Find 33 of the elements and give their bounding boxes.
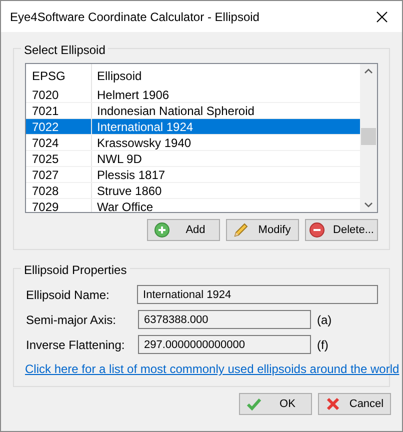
window-title: Eye4Software Coordinate Calculator - Ellipsoid bbox=[10, 8, 260, 26]
add-button[interactable]: Add bbox=[147, 219, 220, 241]
field-label: Semi-major Axis: bbox=[25, 312, 118, 328]
list-row[interactable]: 7028 Struve 1860 bbox=[26, 183, 360, 199]
scroll-up-icon[interactable] bbox=[364, 68, 373, 74]
cancel-button[interactable]: Cancel bbox=[318, 393, 391, 415]
ok-button[interactable]: OK bbox=[239, 393, 312, 415]
modify-button[interactable]: Modify bbox=[226, 219, 299, 241]
column-header[interactable]: EPSG bbox=[26, 64, 92, 87]
scrollbar[interactable] bbox=[360, 64, 377, 212]
delete-button[interactable]: Delete... bbox=[305, 219, 378, 241]
unit-label: (a) bbox=[317, 312, 332, 328]
plus-icon bbox=[154, 222, 170, 238]
text-field[interactable]: International 1924 bbox=[137, 285, 378, 304]
text-field[interactable]: 297.0000000000000 bbox=[138, 335, 311, 354]
close-icon bbox=[376, 10, 388, 22]
unit-label: (f) bbox=[317, 336, 328, 354]
list-row[interactable]: 7024 Krassowsky 1940 bbox=[26, 135, 360, 151]
list-row[interactable]: 7022 International 1924 bbox=[26, 119, 360, 135]
ellipsoids-link[interactable]: Click here for a list of most commonly used ellipsoids around the world bbox=[25, 362, 400, 376]
list-row[interactable]: 7027 Plessis 1817 bbox=[26, 167, 360, 183]
minus-icon bbox=[309, 222, 326, 238]
cross-icon bbox=[325, 396, 341, 412]
check-icon bbox=[246, 396, 262, 412]
field-label: Inverse Flattening: bbox=[25, 336, 126, 354]
list-row[interactable]: 7020 Helmert 1906 bbox=[26, 87, 360, 103]
field-label: Ellipsoid Name: bbox=[25, 286, 110, 304]
list-row[interactable]: 7025 NWL 9D bbox=[26, 151, 360, 167]
scroll-down-icon[interactable] bbox=[364, 202, 373, 208]
pencil-icon bbox=[233, 222, 249, 238]
scroll-thumb[interactable] bbox=[361, 128, 376, 145]
text-field[interactable]: 6378388.000 bbox=[138, 310, 311, 329]
column-header[interactable]: Ellipsoid bbox=[92, 64, 360, 87]
